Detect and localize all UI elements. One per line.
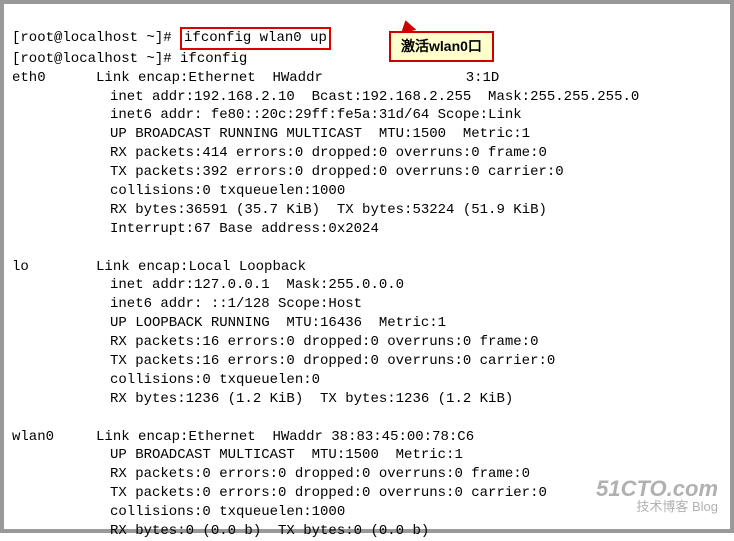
iface-line: collisions:0 txqueuelen:1000 — [12, 183, 345, 199]
iface-line: Link encap:Ethernet HWaddr 3:1D — [96, 70, 499, 86]
iface-line: UP LOOPBACK RUNNING MTU:16436 Metric:1 — [12, 315, 446, 331]
prompt-prefix: [root@localhost ~]# — [12, 51, 180, 67]
prompt-line-1: [root@localhost ~]# ifconfig wlan0 up — [12, 30, 331, 46]
iface-name: wlan0 — [12, 429, 54, 445]
terminal-output: [root@localhost ~]# ifconfig wlan0 up [r… — [12, 8, 722, 541]
command-text: ifconfig — [180, 51, 247, 67]
iface-line: UP BROADCAST RUNNING MULTICAST MTU:1500 … — [12, 126, 530, 142]
iface-line: UP BROADCAST MULTICAST MTU:1500 Metric:1 — [12, 447, 463, 463]
iface-line: RX packets:0 errors:0 dropped:0 overruns… — [12, 466, 530, 482]
watermark-main: 51CTO.com — [596, 478, 718, 500]
iface-line: Interrupt:67 Base address:0x2024 — [12, 221, 379, 237]
iface-line: inet6 addr: fe80::20c:29ff:fe5a:31d/64 S… — [12, 107, 522, 123]
iface-line: RX bytes:0 (0.0 b) TX bytes:0 (0.0 b) — [12, 523, 429, 539]
iface-line: TX packets:0 errors:0 dropped:0 overruns… — [12, 485, 547, 501]
iface-line: inet addr:192.168.2.10 Bcast:192.168.2.2… — [12, 89, 639, 105]
iface-block-eth0: eth0 Link encap:Ethernet HWaddr 3:1D ine… — [12, 69, 722, 239]
prompt-prefix: [root@localhost ~]# — [12, 30, 180, 46]
watermark: 51CTO.com 技术博客 Blog — [596, 478, 718, 513]
iface-line: inet6 addr: ::1/128 Scope:Host — [12, 296, 362, 312]
watermark-sub: 技术博客 Blog — [596, 500, 718, 513]
callout-box: 激活wlan0口 — [389, 31, 494, 62]
iface-block-lo: lo Link encap:Local Loopback inet addr:1… — [12, 258, 722, 409]
iface-name: eth0 — [12, 70, 46, 86]
prompt-line-2: [root@localhost ~]# ifconfig — [12, 51, 247, 67]
highlighted-command: ifconfig wlan0 up — [180, 27, 331, 50]
iface-name: lo — [12, 259, 29, 275]
iface-line: Link encap:Local Loopback — [96, 259, 306, 275]
iface-line: Link encap:Ethernet HWaddr 38:83:45:00:7… — [96, 429, 474, 445]
iface-line: RX packets:16 errors:0 dropped:0 overrun… — [12, 334, 538, 350]
iface-line: RX bytes:1236 (1.2 KiB) TX bytes:1236 (1… — [12, 391, 513, 407]
callout-text: 激活wlan0口 — [401, 38, 482, 54]
iface-line: collisions:0 txqueuelen:0 — [12, 372, 320, 388]
iface-line: RX packets:414 errors:0 dropped:0 overru… — [12, 145, 547, 161]
iface-line: collisions:0 txqueuelen:1000 — [12, 504, 345, 520]
iface-line: TX packets:16 errors:0 dropped:0 overrun… — [12, 353, 555, 369]
iface-line: TX packets:392 errors:0 dropped:0 overru… — [12, 164, 564, 180]
iface-line: RX bytes:36591 (35.7 KiB) TX bytes:53224… — [12, 202, 547, 218]
iface-line: inet addr:127.0.0.1 Mask:255.0.0.0 — [12, 277, 404, 293]
